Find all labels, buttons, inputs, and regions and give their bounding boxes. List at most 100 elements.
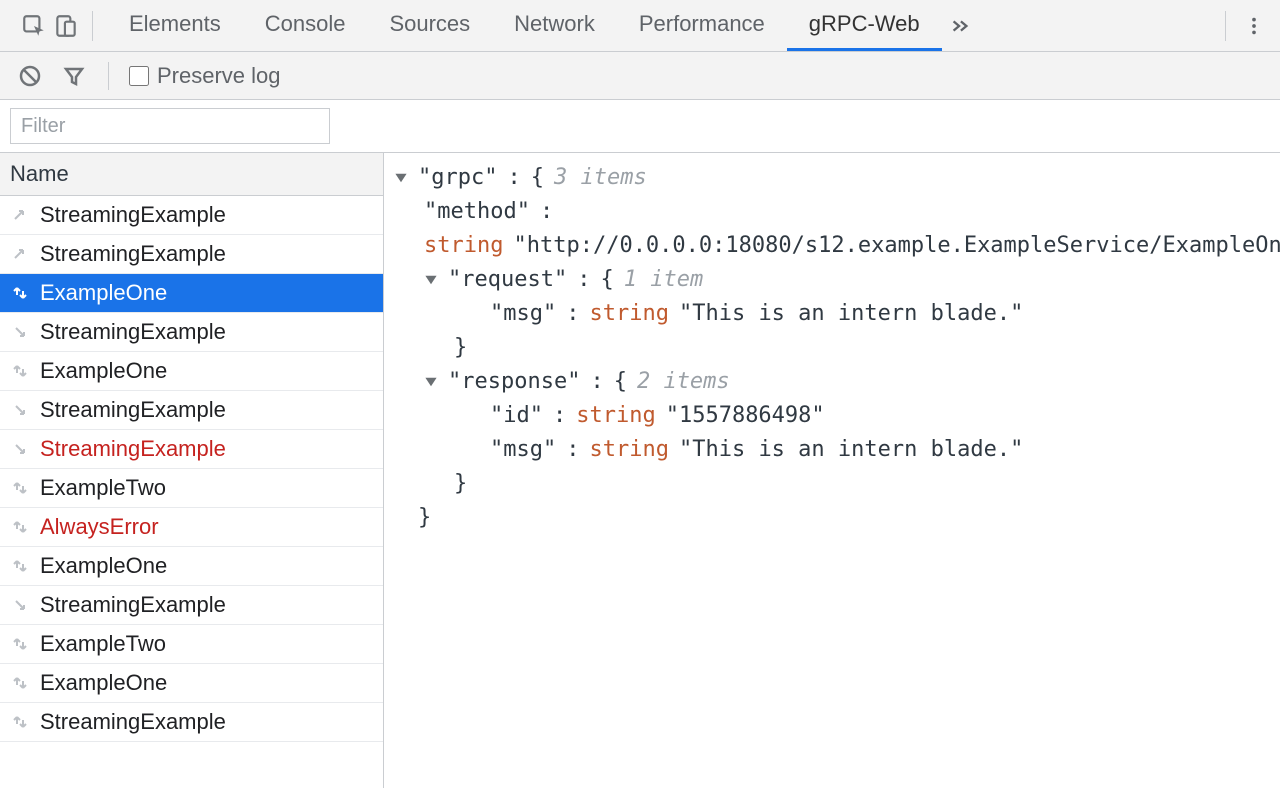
request-row[interactable]: StreamingExample [0, 313, 383, 352]
request-row[interactable]: StreamingExample [0, 703, 383, 742]
tabs: Elements Console Sources Network Perform… [107, 0, 942, 51]
more-tabs-icon[interactable] [942, 8, 978, 44]
tab-label: Performance [639, 11, 765, 37]
main-split: Name StreamingExampleStreamingExampleExa… [0, 152, 1280, 788]
colon: : [566, 433, 579, 467]
device-toggle-icon[interactable] [50, 10, 82, 42]
request-row[interactable]: ExampleTwo [0, 469, 383, 508]
brace: } [418, 501, 431, 535]
request-row[interactable]: ExampleOne [0, 274, 383, 313]
request-row[interactable]: StreamingExample [0, 586, 383, 625]
request-row[interactable]: ExampleTwo [0, 625, 383, 664]
stream-down-icon [10, 400, 30, 420]
request-name: ExampleOne [40, 553, 167, 579]
json-key: "msg" [490, 433, 556, 467]
json-value: "http://0.0.0.0:18080/s12.example.Exampl… [513, 229, 1280, 263]
inspect-element-icon[interactable] [18, 10, 50, 42]
json-response[interactable]: "response" : { 2 items [394, 365, 1280, 399]
json-key: "id" [490, 399, 543, 433]
json-item-count: 3 items [554, 161, 647, 195]
disclosure-triangle-icon[interactable] [424, 375, 438, 389]
stream-up-icon [10, 244, 30, 264]
json-request[interactable]: "request" : { 1 item [394, 263, 1280, 297]
colon: : [566, 297, 579, 331]
tab-grpc-web[interactable]: gRPC-Web [787, 0, 942, 51]
tab-elements[interactable]: Elements [107, 0, 243, 51]
list-header: Name [0, 153, 383, 196]
request-row[interactable]: StreamingExample [0, 430, 383, 469]
request-list-pane: Name StreamingExampleStreamingExampleExa… [0, 153, 384, 788]
request-name: ExampleTwo [40, 631, 166, 657]
unary-icon [10, 634, 30, 654]
tab-label: gRPC-Web [809, 11, 920, 37]
colon: : [507, 161, 520, 195]
request-row[interactable]: ExampleOne [0, 664, 383, 703]
filter-row [0, 100, 1280, 152]
tab-label: Network [514, 11, 595, 37]
brace: { [531, 161, 544, 195]
preserve-log-checkbox[interactable] [129, 66, 149, 86]
json-root[interactable]: "grpc" : { 3 items [394, 161, 1280, 195]
request-name: ExampleOne [40, 670, 167, 696]
tab-label: Elements [129, 11, 221, 37]
unary-icon [10, 673, 30, 693]
json-request-msg: "msg" : string "This is an intern blade.… [394, 297, 1280, 331]
filter-icon[interactable] [60, 62, 88, 90]
brace: { [600, 263, 613, 297]
json-request-close: } [394, 331, 1280, 365]
request-row[interactable]: ExampleOne [0, 352, 383, 391]
separator [108, 62, 109, 90]
preserve-log[interactable]: Preserve log [129, 63, 281, 89]
colon: : [590, 365, 603, 399]
tab-performance[interactable]: Performance [617, 0, 787, 51]
request-name: StreamingExample [40, 397, 226, 423]
request-row[interactable]: AlwaysError [0, 508, 383, 547]
json-key: "msg" [490, 297, 556, 331]
request-name: StreamingExample [40, 592, 226, 618]
request-row[interactable]: StreamingExample [0, 391, 383, 430]
clear-log-icon[interactable] [16, 62, 44, 90]
separator [1225, 11, 1226, 41]
stream-down-icon [10, 439, 30, 459]
unary-icon [10, 712, 30, 732]
request-row[interactable]: StreamingExample [0, 196, 383, 235]
json-response-close: } [394, 467, 1280, 501]
filter-input[interactable] [10, 108, 330, 144]
json-method-value: string "http://0.0.0.0:18080/s12.example… [394, 229, 1280, 263]
tab-console[interactable]: Console [243, 0, 368, 51]
tab-network[interactable]: Network [492, 0, 617, 51]
request-row[interactable]: ExampleOne [0, 547, 383, 586]
unary-icon [10, 361, 30, 381]
details-pane: "grpc" : { 3 items "method" : string "ht… [384, 153, 1280, 788]
tab-sources[interactable]: Sources [367, 0, 492, 51]
json-key: "response" [448, 365, 580, 399]
unary-icon [10, 556, 30, 576]
disclosure-triangle-icon[interactable] [394, 171, 408, 185]
disclosure-triangle-icon[interactable] [424, 273, 438, 287]
request-name: ExampleTwo [40, 475, 166, 501]
devtools-tabbar: Elements Console Sources Network Perform… [0, 0, 1280, 52]
json-value: "This is an intern blade." [679, 433, 1023, 467]
brace: { [614, 365, 627, 399]
json-type: string [424, 229, 503, 263]
unary-icon [10, 517, 30, 537]
request-name: ExampleOne [40, 358, 167, 384]
request-list: StreamingExampleStreamingExampleExampleO… [0, 196, 383, 788]
request-name: StreamingExample [40, 436, 226, 462]
request-name: StreamingExample [40, 709, 226, 735]
json-root-close: } [394, 501, 1280, 535]
unary-icon [10, 478, 30, 498]
json-type: string [576, 399, 655, 433]
json-key: "grpc" [418, 161, 497, 195]
json-response-msg: "msg" : string "This is an intern blade.… [394, 433, 1280, 467]
stream-up-icon [10, 205, 30, 225]
request-name: StreamingExample [40, 202, 226, 228]
json-key: "request" [448, 263, 567, 297]
json-type: string [589, 297, 668, 331]
json-response-id: "id" : string "1557886498" [394, 399, 1280, 433]
devtools-menu-icon[interactable] [1236, 8, 1272, 44]
json-type: string [589, 433, 668, 467]
stream-down-icon [10, 595, 30, 615]
json-item-count: 1 item [624, 263, 703, 297]
request-row[interactable]: StreamingExample [0, 235, 383, 274]
